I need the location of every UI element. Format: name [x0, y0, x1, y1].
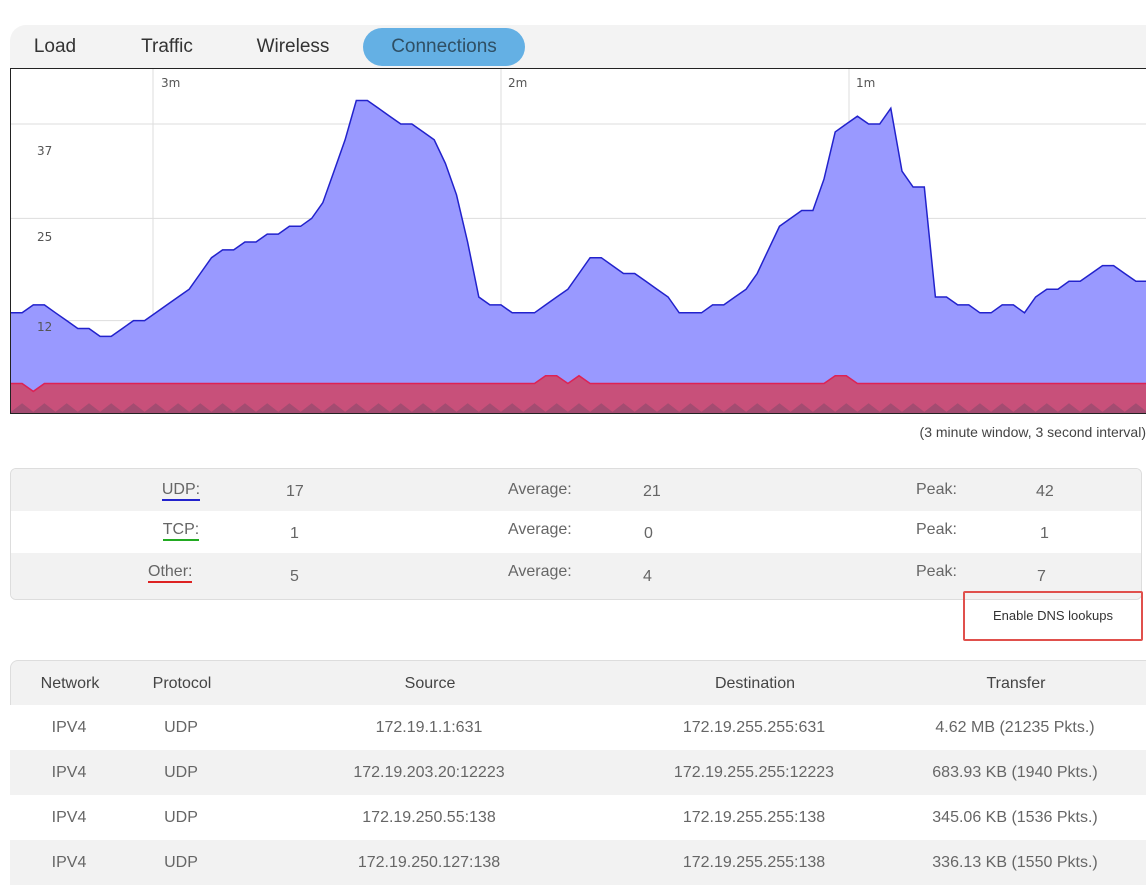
cell-source: 172.19.250.55:138 [362, 809, 496, 826]
cell-protocol: UDP [164, 854, 198, 871]
other-average: 4 [643, 568, 652, 585]
tab-load[interactable]: Load [22, 28, 88, 66]
stats-row-tcp: TCP: 1 Average: 0 Peak: 1 [11, 511, 1141, 553]
udp-series-area [11, 100, 1146, 413]
udp-average: 21 [643, 483, 661, 500]
time-label-1m: 1m [856, 76, 875, 90]
table-row: IPV4 UDP 172.19.1.1:631 172.19.255.255:6… [10, 705, 1146, 750]
header-protocol: Protocol [152, 675, 212, 692]
tcp-current: 1 [290, 525, 299, 542]
udp-average-label: Average: [508, 481, 572, 498]
time-label-2m: 2m [508, 76, 527, 90]
table-header: Network Protocol Source Destination Tran… [10, 660, 1146, 705]
other-current: 5 [290, 568, 299, 585]
header-destination: Destination [714, 675, 796, 692]
y-label-25: 25 [37, 230, 52, 244]
tcp-average-label: Average: [508, 521, 572, 538]
cell-source: 172.19.250.127:138 [357, 854, 501, 871]
y-label-37: 37 [37, 144, 52, 158]
cell-destination: 172.19.255.255:631 [682, 719, 826, 736]
legend-other: Other: [148, 563, 193, 583]
cell-transfer: 4.62 MB (21235 Pkts.) [935, 719, 1095, 736]
graph-caption: (3 minute window, 3 second interval) [919, 424, 1146, 440]
time-label-3m: 3m [161, 76, 180, 90]
tcp-peak: 1 [1040, 525, 1049, 542]
tab-connections[interactable]: Connections [363, 28, 525, 66]
header-network: Network [40, 675, 100, 692]
udp-peak-label: Peak: [916, 481, 957, 498]
cell-transfer: 336.13 KB (1550 Pkts.) [932, 854, 1098, 871]
cell-protocol: UDP [164, 809, 198, 826]
connections-chart-svg: 3m 2m 1m 37 25 12 [11, 69, 1146, 413]
cell-destination: 172.19.255.255:12223 [673, 764, 835, 781]
cell-network: IPV4 [51, 809, 87, 826]
legend-tcp: TCP: [161, 521, 201, 541]
tab-bar: Load Traffic Wireless Connections [10, 25, 1146, 69]
cell-source: 172.19.203.20:12223 [353, 764, 505, 781]
tab-traffic[interactable]: Traffic [122, 28, 212, 66]
other-peak-label: Peak: [916, 563, 957, 580]
connections-graph: 3m 2m 1m 37 25 12 [10, 68, 1146, 414]
udp-peak: 42 [1036, 483, 1054, 500]
cell-protocol: UDP [164, 719, 198, 736]
table-row: IPV4 UDP 172.19.250.55:138 172.19.255.25… [10, 795, 1146, 840]
udp-current: 17 [286, 483, 304, 500]
other-peak: 7 [1037, 568, 1046, 585]
cell-network: IPV4 [51, 764, 87, 781]
cell-network: IPV4 [51, 854, 87, 871]
cell-network: IPV4 [51, 719, 87, 736]
tab-wireless[interactable]: Wireless [238, 28, 348, 66]
other-average-label: Average: [508, 563, 572, 580]
header-transfer: Transfer [986, 675, 1046, 692]
tcp-peak-label: Peak: [916, 521, 957, 538]
header-source: Source [404, 675, 456, 692]
cell-source: 172.19.1.1:631 [375, 719, 483, 736]
cell-destination: 172.19.255.255:138 [682, 854, 826, 871]
y-label-12: 12 [37, 320, 52, 334]
stats-row-udp: UDP: 17 Average: 21 Peak: 42 [11, 469, 1141, 511]
table-row: IPV4 UDP 172.19.250.127:138 172.19.255.2… [10, 840, 1146, 885]
connection-stats: UDP: 17 Average: 21 Peak: 42 TCP: 1 Aver… [10, 468, 1142, 600]
table-row: IPV4 UDP 172.19.203.20:12223 172.19.255.… [10, 750, 1146, 795]
cell-transfer: 345.06 KB (1536 Pkts.) [932, 809, 1098, 826]
cell-destination: 172.19.255.255:138 [682, 809, 826, 826]
legend-udp: UDP: [161, 481, 201, 501]
tcp-average: 0 [644, 525, 653, 542]
cell-transfer: 683.93 KB (1940 Pkts.) [932, 764, 1098, 781]
enable-dns-lookups-button[interactable]: Enable DNS lookups [963, 591, 1143, 641]
cell-protocol: UDP [164, 764, 198, 781]
